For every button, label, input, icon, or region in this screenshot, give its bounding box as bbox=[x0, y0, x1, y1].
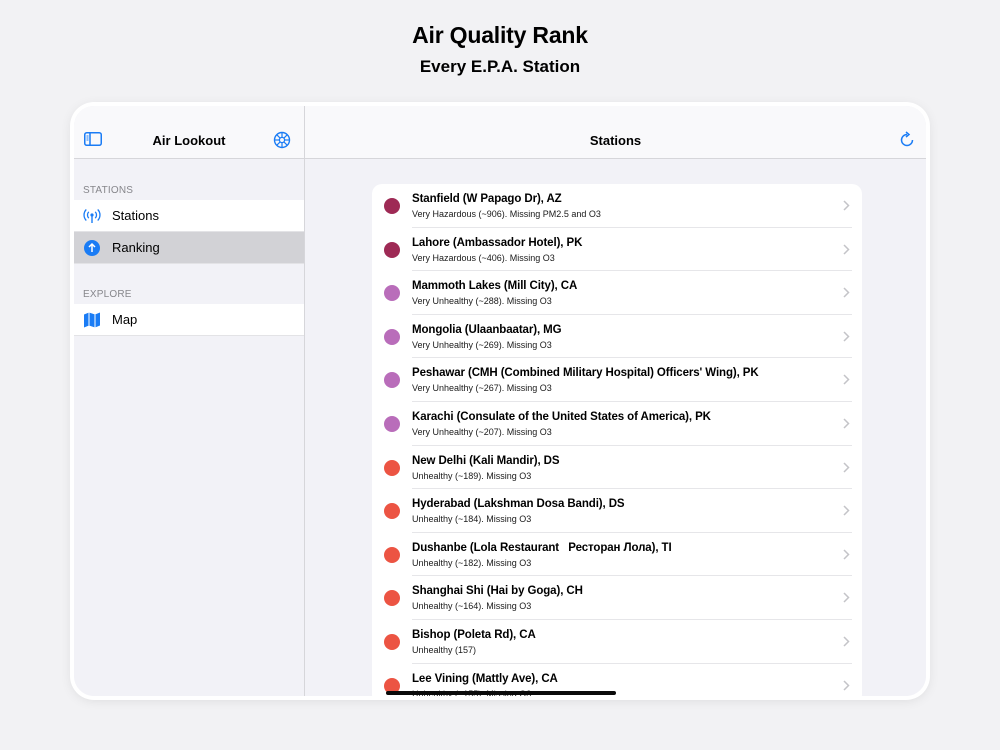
chevron-right-icon bbox=[843, 374, 850, 385]
station-detail: Very Hazardous (~406). Missing O3 bbox=[412, 252, 555, 263]
station-detail: Very Unhealthy (~207). Missing O3 bbox=[412, 426, 552, 437]
sidebar-item-label: Ranking bbox=[112, 240, 160, 255]
promo-title: Air Quality Rank bbox=[412, 22, 588, 48]
sidebar-title: Air Lookout bbox=[152, 133, 226, 148]
chevron-right-icon bbox=[843, 636, 850, 647]
station-name: Bishop (Poleta Rd), CA bbox=[412, 628, 536, 641]
station-detail: Unhealthy (157) bbox=[412, 644, 477, 655]
aqi-level-dot bbox=[384, 503, 400, 520]
chevron-right-icon bbox=[843, 549, 850, 560]
sidebar-item-stations[interactable]: Stations bbox=[74, 200, 304, 232]
station-name: Lee Vining (Mattly Ave), CA bbox=[412, 672, 558, 685]
station-detail: Unhealthy (~189). Missing O3 bbox=[412, 470, 532, 481]
promo-subtitle: Every E.P.A. Station bbox=[419, 57, 581, 76]
chevron-right-icon bbox=[843, 462, 850, 473]
chevron-right-icon bbox=[843, 244, 850, 255]
station-row[interactable]: Peshawar (CMH (Combined Military Hospita… bbox=[372, 358, 862, 402]
station-name: Karachi (Consulate of the United States … bbox=[412, 410, 711, 423]
chevron-right-icon bbox=[843, 680, 850, 691]
aqi-level-dot bbox=[384, 372, 400, 389]
station-row[interactable]: Hyderabad (Lakshman Dosa Bandi), DS Unhea… bbox=[372, 489, 862, 533]
map-icon bbox=[84, 312, 100, 328]
settings-gear-icon[interactable] bbox=[273, 131, 291, 149]
station-name: New Delhi (Kali Mandir), DS bbox=[412, 454, 560, 467]
station-row[interactable]: Shanghai Shi (Hai by Goga), CH Unhealthy … bbox=[372, 576, 862, 620]
aqi-level-dot bbox=[384, 241, 400, 258]
sidebar-item-ranking[interactable]: Ranking bbox=[74, 232, 304, 264]
detail-pane: Stations Stanfield (W Papago Dr), AZ Very… bbox=[305, 106, 926, 696]
aqi-level-dot bbox=[384, 546, 400, 563]
sidebar-item-map[interactable]: Map bbox=[74, 304, 304, 336]
arrow-up-circle-icon bbox=[84, 240, 100, 256]
station-detail: Very Unhealthy (~269). Missing O3 bbox=[412, 339, 552, 350]
station-row[interactable]: Dushanbe (Lola Restaurant Ресторан Лола)… bbox=[372, 533, 862, 577]
detail-title: Stations bbox=[589, 133, 642, 148]
station-row[interactable]: Mongolia (Ulaanbaatar), MG Very Unhealthy… bbox=[372, 315, 862, 359]
station-row[interactable]: Bishop (Poleta Rd), CA Unhealthy (157) bbox=[372, 620, 862, 664]
aqi-level-dot bbox=[384, 415, 400, 432]
chevron-right-icon bbox=[843, 592, 850, 603]
aqi-level-dot bbox=[384, 590, 400, 607]
sidebar-item-label: Map bbox=[112, 312, 138, 327]
station-row[interactable]: Mammoth Lakes (Mill City), CA Very Unheal… bbox=[372, 271, 862, 315]
station-detail: Very Hazardous (~906). Missing PM2.5 and… bbox=[412, 209, 601, 219]
refresh-icon[interactable] bbox=[898, 131, 916, 149]
station-name: Mongolia (Ulaanbaatar), MG bbox=[412, 323, 562, 336]
aqi-level-dot bbox=[384, 285, 400, 302]
station-row[interactable]: Karachi (Consulate of the United States … bbox=[372, 402, 862, 446]
aqi-level-dot bbox=[384, 328, 400, 345]
station-row[interactable]: New Delhi (Kali Mandir), DS Unhealthy (~1… bbox=[372, 446, 862, 490]
app-screen: Air Lookout STATIONS Stations Ranking EX… bbox=[74, 106, 926, 696]
station-name: Peshawar (CMH (Combined Military Hospita… bbox=[412, 367, 759, 380]
chevron-right-icon bbox=[843, 505, 850, 516]
station-detail: Unhealthy (~182). Missing O3 bbox=[412, 557, 532, 568]
station-name: Hyderabad (Lakshman Dosa Bandi), DS bbox=[412, 498, 625, 511]
chevron-right-icon bbox=[843, 200, 850, 211]
station-row[interactable]: Stanfield (W Papago Dr), AZ Very Hazardou… bbox=[372, 184, 862, 228]
aqi-level-dot bbox=[384, 633, 400, 650]
sidebar-navigation-bar: Air Lookout bbox=[74, 106, 304, 159]
station-detail: Unhealthy (~184). Missing O3 bbox=[412, 514, 532, 525]
home-indicator bbox=[386, 691, 616, 695]
station-name: Stanfield (W Papago Dr), AZ bbox=[412, 193, 562, 205]
station-name: Mammoth Lakes (Mill City), CA bbox=[412, 280, 578, 293]
station-name: Shanghai Shi (Hai by Goga), CH bbox=[412, 585, 583, 598]
aqi-level-dot bbox=[384, 459, 400, 476]
detail-navigation-bar: Stations bbox=[305, 106, 926, 159]
station-detail: Unhealthy (~164). Missing O3 bbox=[412, 601, 532, 612]
ipad-frame: Air Lookout STATIONS Stations Ranking EX… bbox=[72, 104, 928, 698]
antenna-icon bbox=[83, 209, 101, 223]
sidebar: Air Lookout STATIONS Stations Ranking EX… bbox=[74, 106, 305, 696]
chevron-right-icon bbox=[843, 418, 850, 429]
chevron-right-icon bbox=[843, 287, 850, 298]
section-header-stations: STATIONS bbox=[83, 185, 134, 196]
station-detail: Very Unhealthy (~267). Missing O3 bbox=[412, 383, 552, 394]
station-name: Lahore (Ambassador Hotel), PK bbox=[412, 236, 583, 249]
station-list: Stanfield (W Papago Dr), AZ Very Hazardou… bbox=[372, 184, 862, 696]
aqi-level-dot bbox=[384, 198, 400, 214]
station-detail: Very Unhealthy (~288). Missing O3 bbox=[412, 296, 552, 307]
sidebar-item-label: Stations bbox=[112, 208, 159, 223]
station-row[interactable]: Lahore (Ambassador Hotel), PK Very Hazard… bbox=[372, 228, 862, 272]
section-header-explore: EXPLORE bbox=[83, 289, 132, 300]
station-name: Dushanbe (Lola Restaurant Ресторан Лола)… bbox=[412, 541, 672, 554]
chevron-right-icon bbox=[843, 331, 850, 342]
